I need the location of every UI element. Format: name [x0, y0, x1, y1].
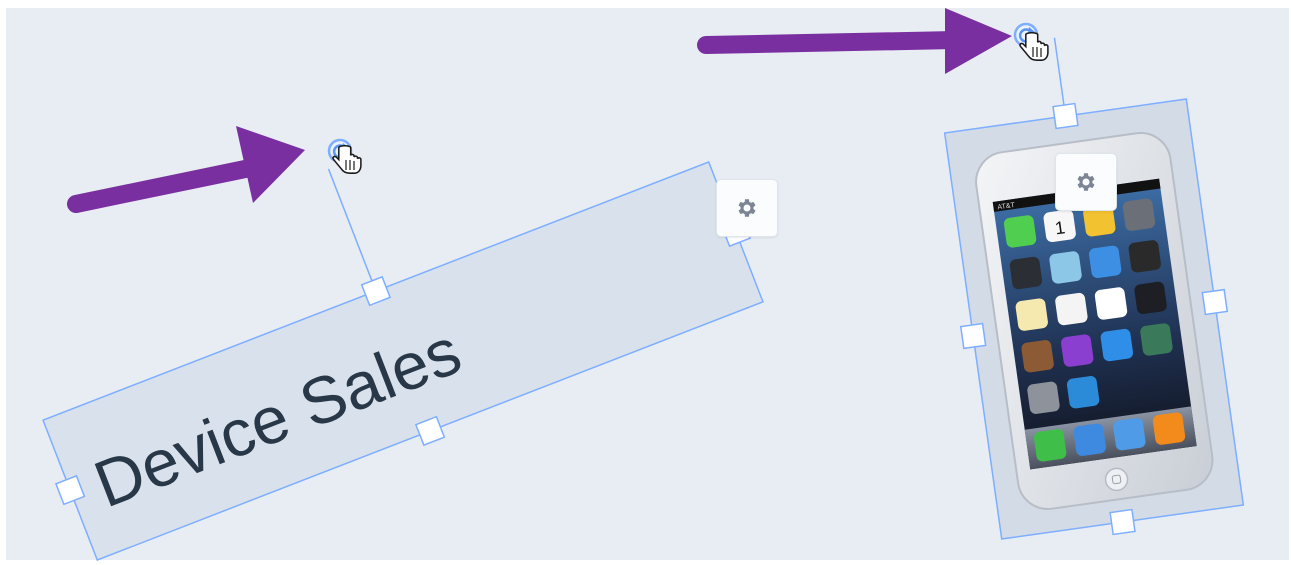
gear-icon — [1077, 173, 1095, 191]
resize-handle-top[interactable] — [1052, 102, 1079, 130]
resize-handle-bottom[interactable] — [1109, 508, 1136, 536]
rotate-handle-stem — [1053, 37, 1067, 117]
editor-canvas: Device Sales AT&T 1 — [0, 0, 1291, 565]
resize-handle-right[interactable] — [1201, 288, 1229, 316]
image-element[interactable]: AT&T 1 — [923, 19, 1256, 551]
resize-handle-left[interactable] — [959, 322, 987, 350]
annotation-arrow-right — [697, 8, 1012, 74]
text-element[interactable]: Device Sales — [0, 36, 777, 565]
text-element-settings-button[interactable] — [716, 179, 778, 237]
canvas-overlay: Device Sales AT&T 1 — [0, 8, 1256, 565]
gear-icon — [738, 199, 756, 217]
image-element-settings-button[interactable] — [1055, 153, 1117, 211]
annotation-arrow-left — [67, 126, 305, 213]
rotate-handle-stem — [327, 168, 377, 292]
